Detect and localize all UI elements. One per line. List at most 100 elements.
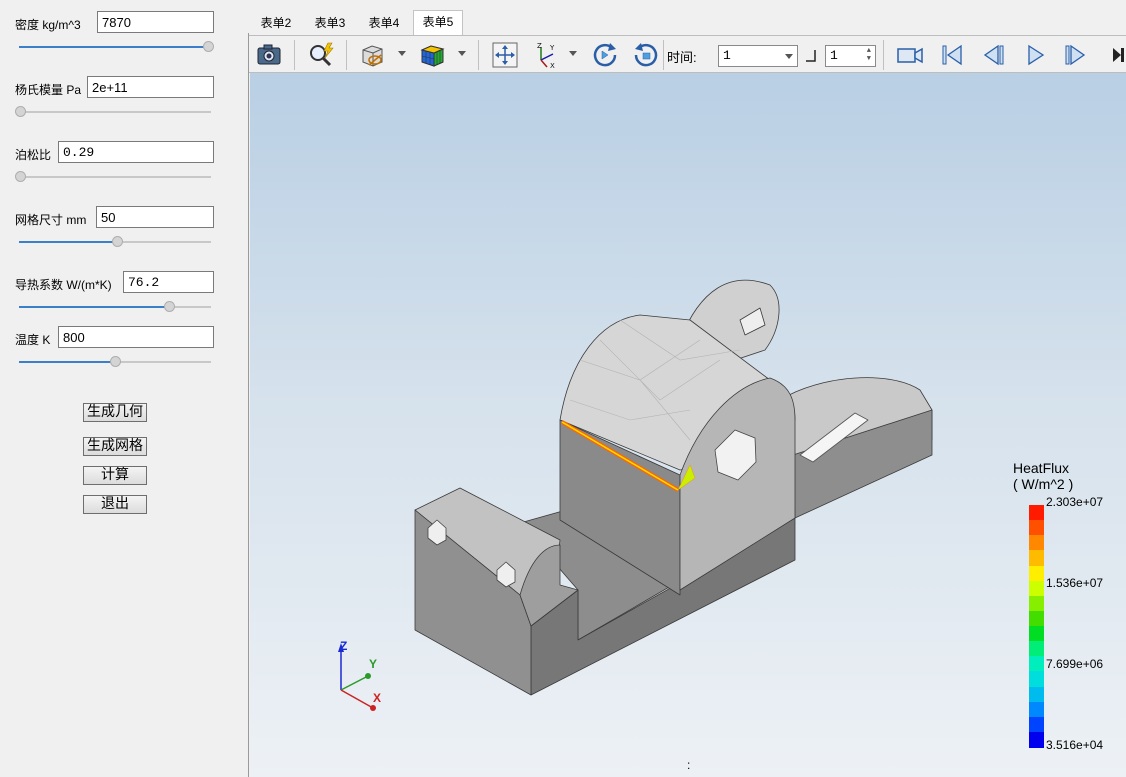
axes-triad [338,643,376,711]
parameter-panel: 密度 kg/m^3 杨氏模量 Pa 泊松比 网格尺寸 mm 导热系数 W/(m*… [0,0,249,777]
colorbar-min-label: 3.516e+04 [1046,738,1104,752]
time-select-value: 1 [723,48,731,63]
colorbar [1029,505,1044,748]
poisson-ratio-slider-handle[interactable] [15,171,26,182]
axes-orientation-dropdown[interactable] [569,51,577,56]
color-cube-dropdown[interactable] [458,51,466,56]
colorbar-title: HeatFlux ( W/m^2 ) [1013,460,1073,492]
density-label: 密度 kg/m^3 [15,18,81,32]
rotate-cw-icon[interactable] [590,40,620,70]
next-frame-icon[interactable] [1061,40,1091,70]
colorbar-segment [1029,550,1044,566]
colorbar-title-line2: ( W/m^2 ) [1013,476,1074,492]
thermal-conductivity-label: 导热系数 W/(m*K) [15,278,112,292]
first-frame-icon[interactable] [937,40,967,70]
density-slider-handle[interactable] [203,41,214,52]
temperature-input[interactable] [58,326,214,348]
axis-y-label: Y [369,657,378,671]
colorbar-max-label: 2.303e+07 [1046,495,1104,509]
tab-form5[interactable]: 表单5 [413,10,463,35]
tab-bar: 表单2 表单3 表单4 表单5 [249,10,1126,35]
youngs-modulus-slider-handle[interactable] [15,106,26,117]
time-label: 时间: [667,50,697,65]
toolbar-separator [478,40,479,70]
colorbar-segment [1029,731,1044,748]
axis-x-label: X [373,691,382,705]
poisson-ratio-input[interactable] [58,141,214,163]
play-icon[interactable] [1020,40,1050,70]
density-slider-fill [19,46,207,48]
density-slider[interactable] [19,41,214,52]
youngs-modulus-slider[interactable] [15,106,211,117]
cube-visibility-icon[interactable] [358,40,388,70]
colorbar-segment [1029,520,1044,536]
colorbar-segment [1029,716,1044,733]
colorbar-mid-low-label: 7.699e+06 [1046,657,1104,671]
record-icon[interactable] [895,40,925,70]
colorbar-title-line1: HeatFlux [1013,460,1070,476]
generate-geometry-button[interactable]: 生成几何 [83,403,147,422]
mesh-size-slider-handle[interactable] [112,236,123,247]
temperature-slider-handle[interactable] [110,356,121,367]
toolbar-separator [883,40,884,70]
mesh-size-input[interactable] [96,206,214,228]
tab-form3[interactable]: 表单3 [305,12,355,34]
toolbar-separator [346,40,347,70]
generate-mesh-button[interactable]: 生成网格 [83,437,147,456]
zoom-icon[interactable] [306,40,336,70]
colorbar-segment [1029,505,1044,521]
colorbar-segment [1029,610,1044,627]
last-frame-icon[interactable] [1109,40,1126,70]
view-toolbar: Z Y X 时间: 1 1 ▲ ▼ [249,35,1126,73]
rotate-ccw-icon[interactable] [631,40,661,70]
mesh-size-label: 网格尺寸 mm [15,213,87,227]
colorbar-segment [1029,626,1044,642]
previous-frame-icon[interactable] [978,40,1008,70]
thermal-conductivity-input[interactable] [123,271,214,293]
density-input[interactable] [97,11,214,33]
svg-text:X: X [550,62,555,70]
model-view [338,279,933,711]
colorbar-segment [1029,701,1044,718]
temperature-slider-fill [19,361,115,363]
chevron-down-icon [785,54,793,59]
time-select[interactable]: 1 [718,45,798,67]
axis-z-label: Z [340,639,348,653]
spin-arrows-icon[interactable]: ▲ ▼ [867,47,871,63]
colorbar-segment [1029,671,1044,687]
colorbar-segment [1029,565,1044,582]
poisson-ratio-slider[interactable] [15,171,211,182]
fit-view-icon[interactable] [490,40,520,70]
youngs-modulus-label: 杨氏模量 Pa [15,83,82,97]
toolbar-separator [294,40,295,70]
axes-orientation-icon[interactable]: Z Y X [533,40,563,70]
temperature-slider[interactable] [19,356,211,367]
colorbar-segment [1029,641,1044,657]
frame-spinbox[interactable]: 1 ▲ ▼ [825,45,876,67]
3d-viewport[interactable]: Z Y X HeatFlux ( W/m^2 ) 2.303e+07 1.536… [250,73,1126,777]
poisson-ratio-label: 泊松比 [15,148,52,162]
color-cube-icon[interactable] [418,40,448,70]
status-text: : [687,758,691,772]
cube-visibility-dropdown[interactable] [398,51,406,56]
frame-step-icon [806,50,816,62]
frame-spinbox-value: 1 [830,48,838,63]
svg-text:Z: Z [537,42,542,50]
colorbar-segment [1029,686,1044,703]
tab-form4[interactable]: 表单4 [359,12,409,34]
mesh-size-slider[interactable] [19,236,211,247]
colorbar-segment [1029,595,1044,612]
colorbar-segment [1029,535,1044,551]
camera-icon[interactable] [254,40,284,70]
colorbar-mid-high-label: 1.536e+07 [1046,576,1104,590]
mesh-size-slider-fill [19,241,117,243]
compute-button[interactable]: 计算 [83,466,147,485]
youngs-modulus-input[interactable] [87,76,214,98]
tab-form2[interactable]: 表单2 [251,12,301,34]
temperature-label: 温度 K [15,333,51,347]
colorbar-segment [1029,656,1044,672]
thermal-conductivity-slider-handle[interactable] [164,301,175,312]
exit-button[interactable]: 退出 [83,495,147,514]
thermal-conductivity-slider[interactable] [19,301,211,312]
svg-text:Y: Y [549,44,555,52]
